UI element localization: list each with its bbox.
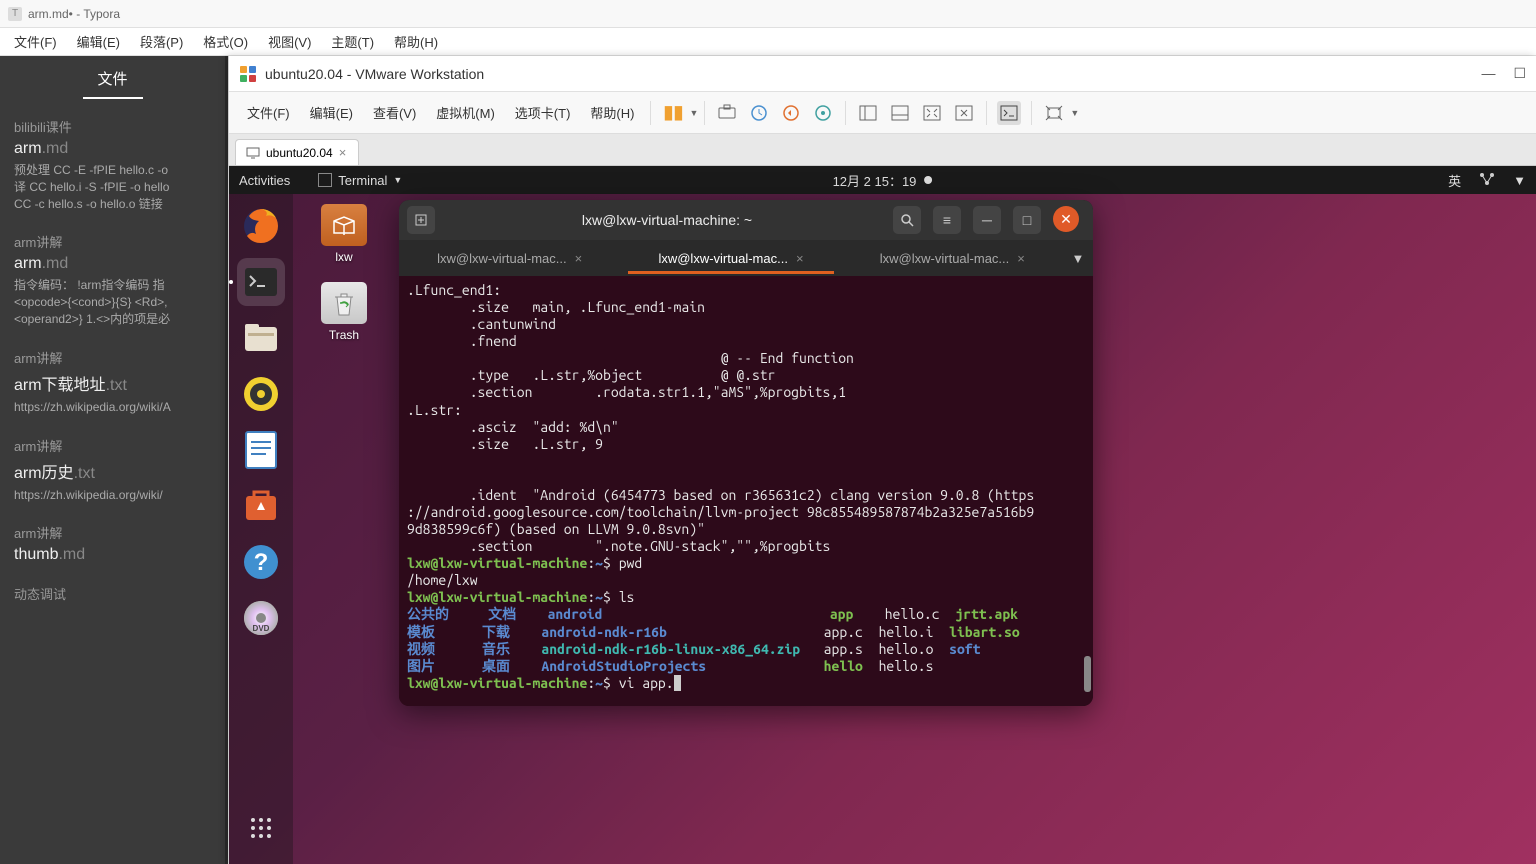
sidebar-item[interactable]: 动态调试 <box>14 584 211 603</box>
close-tab-icon[interactable]: × <box>575 251 583 266</box>
new-tab-button[interactable] <box>407 206 435 234</box>
clock[interactable]: 12月 2 15：19 <box>833 171 917 190</box>
terminal-title: lxw@lxw-virtual-machine: ~ <box>441 212 893 228</box>
send-ctrl-alt-del-icon[interactable] <box>715 101 739 125</box>
files-icon[interactable] <box>237 314 285 362</box>
svg-text:?: ? <box>254 549 269 576</box>
ubuntu-dock: ? DVD <box>229 194 293 864</box>
sidebar-item-name: arm.md <box>14 140 211 158</box>
desktop-trash[interactable]: Trash <box>309 282 379 342</box>
terminal-header[interactable]: lxw@lxw-virtual-machine: ~ ≡ ─ □ ✕ <box>399 200 1093 240</box>
menu-edit[interactable]: 编辑(E) <box>67 32 130 51</box>
terminal-tab[interactable]: lxw@lxw-virtual-mac...× <box>399 243 620 274</box>
typora-app-icon: T <box>8 7 22 21</box>
sidebar-item[interactable]: arm讲解 thumb.md <box>14 523 211 564</box>
snapshot-revert-icon[interactable] <box>779 101 803 125</box>
menu-view[interactable]: 视图(V) <box>258 32 321 51</box>
vm-menu-vm[interactable]: 虚拟机(M) <box>426 103 505 122</box>
unity-icon[interactable] <box>952 101 976 125</box>
terminal-tab[interactable]: lxw@lxw-virtual-mac...× <box>620 243 841 274</box>
vm-menu-edit[interactable]: 编辑(E) <box>300 103 363 122</box>
menu-button[interactable]: ≡ <box>933 206 961 234</box>
vmware-titlebar: ubuntu20.04 - VMware Workstation — ☐ <box>229 56 1536 92</box>
sidebar-item[interactable]: arm讲解 arm下载地址.txt https://zh.wikipedia.o… <box>14 348 211 416</box>
vmware-title: ubuntu20.04 - VMware Workstation <box>265 66 484 82</box>
vmware-toolbar: 文件(F) 编辑(E) 查看(V) 虚拟机(M) 选项卡(T) 帮助(H) ▮▮… <box>229 92 1536 134</box>
activities-button[interactable]: Activities <box>239 173 290 188</box>
terminal-indicator[interactable]: Terminal ▼ <box>318 173 402 188</box>
terminal-icon <box>318 173 332 187</box>
view-single-icon[interactable] <box>856 101 880 125</box>
vmware-window: ubuntu20.04 - VMware Workstation — ☐ 文件(… <box>228 56 1536 864</box>
view-split-icon[interactable] <box>888 101 912 125</box>
close-tab-icon[interactable]: × <box>339 145 347 160</box>
terminal-dock-icon[interactable] <box>237 258 285 306</box>
show-apps-button[interactable] <box>237 804 285 852</box>
close-tab-icon[interactable]: × <box>796 251 804 266</box>
network-icon[interactable] <box>1479 172 1495 189</box>
vmware-app-icon <box>239 65 257 83</box>
close-button[interactable]: ✕ <box>1053 206 1079 232</box>
terminal-tabs: lxw@lxw-virtual-mac...× lxw@lxw-virtual-… <box>399 240 1093 276</box>
system-menu[interactable]: ▼ <box>1513 173 1526 188</box>
rhythmbox-icon[interactable] <box>237 370 285 418</box>
vm-menu-help[interactable]: 帮助(H) <box>580 103 644 122</box>
vm-tab[interactable]: ubuntu20.04 × <box>235 139 359 165</box>
input-method[interactable]: 英 <box>1448 171 1461 190</box>
stretch-icon[interactable] <box>1042 101 1066 125</box>
typora-menubar: 文件(F) 编辑(E) 段落(P) 格式(O) 视图(V) 主题(T) 帮助(H… <box>0 28 1536 56</box>
notification-dot-icon <box>924 176 932 184</box>
sidebar-tab-files[interactable]: 文件 <box>83 56 143 99</box>
sidebar-item-folder: bilibili课件 <box>14 117 211 136</box>
ubuntu-topbar: Activities Terminal ▼ 12月 2 15：19 英 ▼ <box>229 166 1536 194</box>
maximize-button[interactable]: ☐ <box>1513 65 1526 82</box>
search-button[interactable] <box>893 206 921 234</box>
minimize-button[interactable]: — <box>1481 65 1495 82</box>
ubuntu-desktop: Activities Terminal ▼ 12月 2 15：19 英 ▼ <box>229 166 1536 864</box>
vm-menu-view[interactable]: 查看(V) <box>363 103 426 122</box>
maximize-button[interactable]: □ <box>1013 206 1041 234</box>
sidebar-item[interactable]: arm讲解 arm历史.txt https://zh.wikipedia.org… <box>14 436 211 504</box>
ubuntu-software-icon[interactable] <box>237 482 285 530</box>
svg-text:DVD: DVD <box>253 624 270 633</box>
typora-title: arm.md• - Typora <box>28 7 120 21</box>
menu-theme[interactable]: 主题(T) <box>321 32 384 51</box>
trash-icon <box>321 282 367 324</box>
typora-titlebar: T arm.md• - Typora <box>0 0 1536 28</box>
stretch-dropdown[interactable]: ▼ <box>1070 108 1079 118</box>
sidebar-item[interactable]: arm讲解 arm.md 指令编码： !arm指令编码 指 <opcode>{<… <box>14 232 211 327</box>
firefox-icon[interactable] <box>237 202 285 250</box>
minimize-button[interactable]: ─ <box>973 206 1001 234</box>
terminal-tab[interactable]: lxw@lxw-virtual-mac...× <box>842 243 1063 274</box>
vm-menu-tabs[interactable]: 选项卡(T) <box>505 103 581 122</box>
snapshot-manager-icon[interactable] <box>811 101 835 125</box>
pause-dropdown[interactable]: ▼ <box>689 108 698 118</box>
sidebar-item-preview: 预处理 CC -E -fPIE hello.c -o 译 CC hello.i … <box>14 162 211 212</box>
close-tab-icon[interactable]: × <box>1017 251 1025 266</box>
vmware-tabbar: ubuntu20.04 × <box>229 134 1536 166</box>
libreoffice-writer-icon[interactable] <box>237 426 285 474</box>
menu-paragraph[interactable]: 段落(P) <box>130 32 193 51</box>
console-icon[interactable] <box>997 101 1021 125</box>
terminal-output[interactable]: .Lfunc_end1: .size main, .Lfunc_end1-mai… <box>399 276 1093 706</box>
monitor-icon <box>246 147 260 159</box>
terminal-window: lxw@lxw-virtual-machine: ~ ≡ ─ □ ✕ lxw@l… <box>399 200 1093 706</box>
sidebar-item[interactable]: bilibili课件 arm.md 预处理 CC -E -fPIE hello.… <box>14 117 211 212</box>
pause-vm-button[interactable]: ▮▮ <box>661 101 685 125</box>
scrollbar[interactable] <box>1084 656 1091 692</box>
tab-dropdown-icon[interactable]: ▼ <box>1063 251 1093 266</box>
desktop-home-folder[interactable]: lxw <box>309 204 379 264</box>
fullscreen-icon[interactable] <box>920 101 944 125</box>
typora-sidebar: 文件 bilibili课件 arm.md 预处理 CC -E -fPIE hel… <box>0 56 225 864</box>
menu-file[interactable]: 文件(F) <box>4 32 67 51</box>
folder-icon <box>321 204 367 246</box>
vm-tab-label: ubuntu20.04 <box>266 146 333 160</box>
vm-menu-file[interactable]: 文件(F) <box>237 103 300 122</box>
help-icon[interactable]: ? <box>237 538 285 586</box>
menu-help[interactable]: 帮助(H) <box>384 32 448 51</box>
snapshot-icon[interactable] <box>747 101 771 125</box>
disc-icon[interactable]: DVD <box>237 594 285 642</box>
menu-format[interactable]: 格式(O) <box>193 32 258 51</box>
